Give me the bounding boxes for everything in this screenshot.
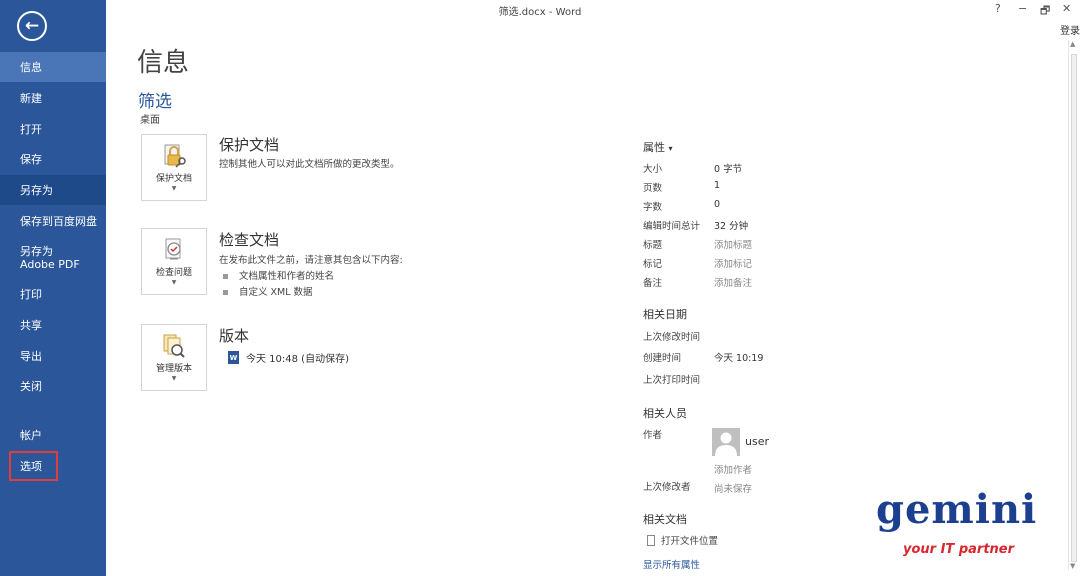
scroll-thumb[interactable]: [1071, 54, 1077, 562]
manage-versions-icon: [161, 333, 187, 359]
property-label: 标题: [643, 237, 662, 251]
manage-versions-label: 管理版本: [156, 361, 192, 374]
chevron-down-icon: ▼: [172, 375, 177, 382]
close-button[interactable]: ✕: [1062, 2, 1071, 15]
nav-save-as[interactable]: 另存为: [0, 175, 106, 205]
inspect-document-icon: [161, 237, 187, 263]
inspect-description: 在发布此文件之前，请注意其包含以下内容:: [219, 252, 403, 266]
version-entry-text: 今天 10:48 (自动保存): [246, 350, 349, 365]
chevron-down-icon: ▼: [172, 185, 177, 192]
document-location: 桌面: [140, 111, 160, 126]
options-highlight-box: [9, 451, 58, 481]
chevron-down-icon: ▼: [172, 279, 177, 286]
property-label: 页数: [643, 180, 662, 194]
brand-tagline: your IT partner: [903, 542, 1014, 557]
scroll-up-icon[interactable]: ▲: [1070, 40, 1075, 48]
check-for-issues-label: 检查问题: [156, 265, 192, 278]
arrow-left-icon: ←: [25, 18, 39, 35]
word-doc-icon: W: [228, 351, 239, 364]
dropdown-arrow-icon: ▾: [669, 144, 673, 153]
inspect-bullet: 自定义 XML 数据: [223, 284, 313, 298]
date-label: 上次打印时间: [643, 372, 700, 386]
backstage-sidebar: ← 信息 新建 打开 保存 另存为 保存到百度网盘 另存为 Adobe PDF …: [0, 0, 106, 576]
restore-button[interactable]: 🗗: [1040, 2, 1050, 21]
word-backstage-window: ← 信息 新建 打开 保存 另存为 保存到百度网盘 另存为 Adobe PDF …: [0, 0, 1080, 576]
brand-logo: gemini: [876, 490, 1037, 530]
property-label: 大小: [643, 161, 662, 175]
vertical-scrollbar[interactable]: ▲ ▼: [1068, 40, 1078, 570]
page-title: 信息: [137, 42, 189, 79]
open-file-location-link[interactable]: 打开文件位置: [647, 533, 718, 547]
property-label: 标记: [643, 256, 662, 270]
author-label: 作者: [643, 427, 662, 441]
open-file-location-label: 打开文件位置: [661, 533, 718, 547]
protect-title: 保护文档: [219, 134, 279, 155]
manage-versions-button[interactable]: 管理版本 ▼: [141, 324, 207, 391]
inspect-bullet: 文档属性和作者的姓名: [223, 268, 334, 282]
lock-key-icon: [161, 143, 187, 169]
date-value: 今天 10:19: [714, 350, 763, 364]
nav-share[interactable]: 共享: [0, 310, 106, 340]
nav-print[interactable]: 打印: [0, 279, 106, 309]
avatar: [712, 428, 740, 456]
nav-save-to-baidu[interactable]: 保存到百度网盘: [0, 206, 106, 236]
last-modified-by-label: 上次修改者: [643, 479, 691, 493]
protect-description: 控制其他人可以对此文档所做的更改类型。: [219, 156, 400, 170]
nav-new[interactable]: 新建: [0, 83, 106, 113]
property-label: 备注: [643, 275, 662, 289]
property-label: 字数: [643, 199, 662, 213]
property-value: 32 分钟: [714, 218, 748, 232]
add-tag-field[interactable]: 添加标记: [714, 256, 752, 270]
protect-document-label: 保护文档: [156, 171, 192, 184]
check-for-issues-button[interactable]: 检查问题 ▼: [141, 228, 207, 295]
add-title-field[interactable]: 添加标题: [714, 237, 752, 251]
protect-document-button[interactable]: 保护文档 ▼: [141, 134, 207, 201]
versions-title: 版本: [219, 325, 249, 346]
add-comment-field[interactable]: 添加备注: [714, 275, 752, 289]
related-people-heading: 相关人员: [643, 405, 687, 421]
property-value: 0 字节: [714, 161, 742, 175]
scroll-down-icon[interactable]: ▼: [1070, 562, 1075, 570]
nav-info[interactable]: 信息: [0, 52, 106, 82]
last-modified-by-value: 尚未保存: [714, 481, 752, 495]
inspect-title: 检查文档: [219, 229, 279, 250]
nav-save-as-adobe-pdf[interactable]: 另存为 Adobe PDF: [0, 242, 90, 274]
show-all-properties-link[interactable]: 显示所有属性: [643, 557, 700, 571]
related-dates-heading: 相关日期: [643, 306, 687, 322]
brand-watermark: gemini your IT partner: [876, 490, 1054, 560]
nav-account[interactable]: 帐户: [0, 420, 106, 450]
minimize-button[interactable]: −: [1018, 2, 1027, 15]
nav-close[interactable]: 关闭: [0, 371, 106, 401]
author-name[interactable]: user: [745, 435, 769, 448]
document-icon: [647, 535, 655, 546]
properties-heading[interactable]: 属性 ▾: [643, 139, 673, 155]
property-value: 0: [714, 199, 720, 210]
property-label: 编辑时间总计: [643, 218, 700, 232]
date-label: 创建时间: [643, 350, 681, 364]
window-title: 筛选.docx - Word: [0, 3, 1080, 18]
version-entry[interactable]: W 今天 10:48 (自动保存): [228, 350, 349, 365]
date-label: 上次修改时间: [643, 329, 700, 343]
add-author-link[interactable]: 添加作者: [714, 462, 752, 476]
document-name: 筛选: [138, 87, 172, 112]
nav-open[interactable]: 打开: [0, 114, 106, 144]
nav-save[interactable]: 保存: [0, 144, 106, 174]
sign-in-link[interactable]: 登录: [1060, 22, 1080, 37]
help-button[interactable]: ?: [995, 2, 1001, 15]
property-value: 1: [714, 180, 720, 191]
nav-export[interactable]: 导出: [0, 341, 106, 371]
related-docs-heading: 相关文档: [643, 511, 687, 527]
